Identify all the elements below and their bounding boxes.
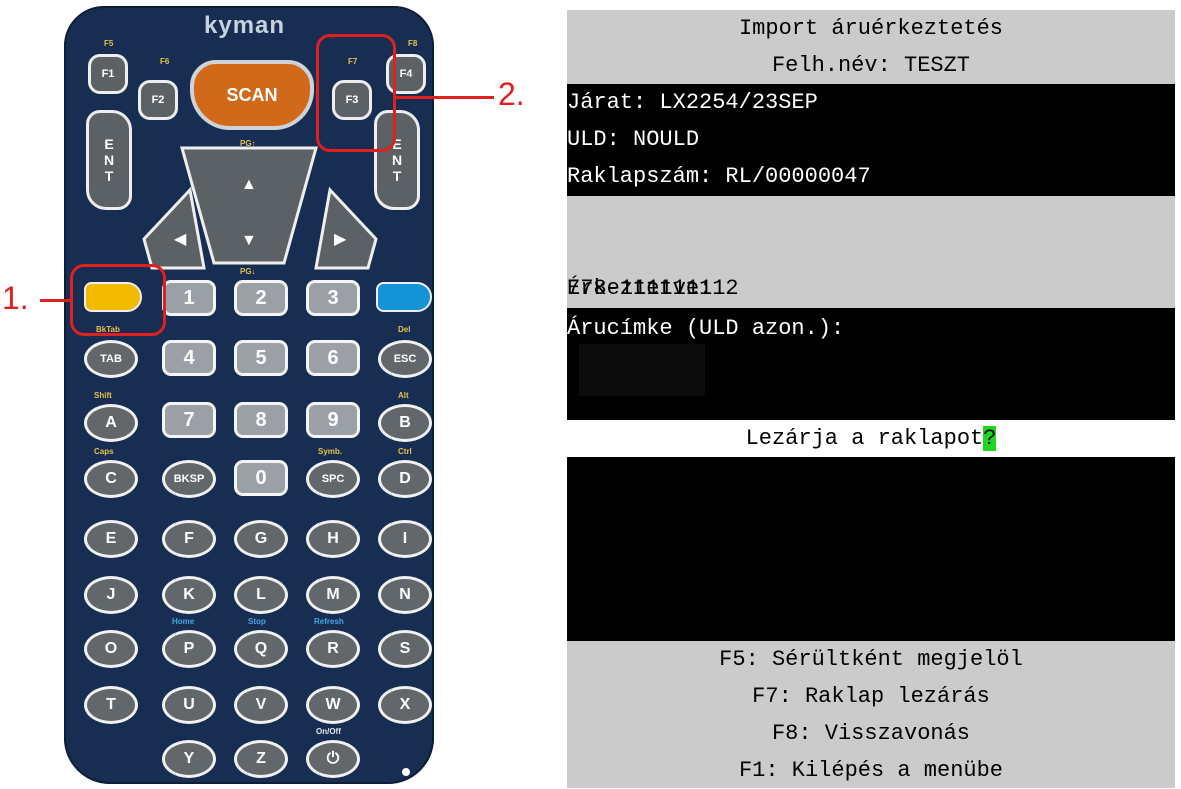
key-i[interactable]: I bbox=[378, 520, 432, 558]
f1-key[interactable]: F1 bbox=[88, 54, 128, 94]
arrow-right-key[interactable]: ▶ bbox=[312, 184, 382, 274]
f2-key[interactable]: F2 bbox=[138, 80, 178, 120]
ent-left-key[interactable]: E N T bbox=[86, 110, 132, 210]
key-v[interactable]: V bbox=[234, 686, 288, 724]
key-o[interactable]: O bbox=[84, 630, 138, 668]
question-line: Lezárja a raklapot? bbox=[567, 420, 1175, 457]
key-k[interactable]: K bbox=[162, 576, 216, 614]
annotation-1: 1. bbox=[2, 280, 29, 316]
menu-item-exit[interactable]: F1: Kilépés a menübe bbox=[567, 752, 1175, 788]
del-label: Del bbox=[398, 325, 411, 334]
arrow-up-icon[interactable]: ▲ bbox=[241, 176, 257, 194]
key-r[interactable]: R bbox=[306, 630, 360, 668]
uld-line: ULD: NOULD bbox=[567, 121, 1175, 158]
key-j[interactable]: J bbox=[84, 576, 138, 614]
blue-function-key[interactable] bbox=[376, 282, 432, 312]
terminal-screen: Import áruérkeztetés Felh.név: TESZT Jár… bbox=[567, 10, 1175, 788]
menu-item-damaged[interactable]: F5: Sérültként megjelöl bbox=[567, 641, 1175, 678]
key-w[interactable]: W bbox=[306, 686, 360, 724]
stop-label: Stop bbox=[248, 617, 266, 626]
refresh-label: Refresh bbox=[314, 617, 344, 626]
esc-key[interactable]: ESC bbox=[378, 340, 432, 378]
key-u[interactable]: U bbox=[162, 686, 216, 724]
arrow-left-icon: ◀ bbox=[174, 231, 187, 248]
home-label: Home bbox=[172, 617, 195, 626]
cursor[interactable]: ? bbox=[983, 426, 997, 451]
key-6[interactable]: 6 bbox=[306, 340, 360, 376]
key-9[interactable]: 9 bbox=[306, 402, 360, 438]
onoff-label: On/Off bbox=[316, 727, 341, 736]
key-m[interactable]: M bbox=[306, 576, 360, 614]
key-5[interactable]: 5 bbox=[234, 340, 288, 376]
power-key[interactable]: ⏻ bbox=[306, 740, 360, 778]
key-y[interactable]: Y bbox=[162, 740, 216, 778]
callout-line-2 bbox=[394, 96, 494, 99]
key-p[interactable]: P bbox=[162, 630, 216, 668]
symb-label: Symb. bbox=[318, 447, 343, 456]
label-input[interactable] bbox=[579, 344, 705, 396]
question-text: Lezárja a raklapot bbox=[745, 426, 984, 451]
flight-line: Járat: LX2254/23SEP bbox=[567, 84, 1175, 121]
key-g[interactable]: G bbox=[234, 520, 288, 558]
caps-label: Caps bbox=[94, 447, 114, 456]
f5-label: F5 bbox=[104, 39, 114, 48]
key-e[interactable]: E bbox=[84, 520, 138, 558]
key-z[interactable]: Z bbox=[234, 740, 288, 778]
pgdn-label: PG↓ bbox=[240, 267, 256, 276]
arrow-left-key[interactable]: ◀ bbox=[138, 184, 208, 274]
pgup-label: PG↑ bbox=[240, 139, 256, 148]
shift-label: Shift bbox=[94, 391, 112, 400]
ctrl-label: Ctrl bbox=[398, 447, 412, 456]
arrow-right-icon: ▶ bbox=[334, 231, 347, 248]
key-a[interactable]: A bbox=[84, 404, 138, 442]
indicator-dot bbox=[402, 768, 410, 776]
menu-item-undo[interactable]: F8: Visszavonás bbox=[567, 715, 1175, 752]
brand-logo: kyman bbox=[204, 12, 286, 39]
spc-key[interactable]: SPC bbox=[306, 460, 360, 498]
f8-label: F8 bbox=[408, 39, 418, 48]
label-prompt: Árucímke (ULD azon.): bbox=[567, 310, 1175, 347]
key-f[interactable]: F bbox=[162, 520, 216, 558]
arrived-line: Érkeztetve: 2 bbox=[567, 276, 739, 301]
key-t[interactable]: T bbox=[84, 686, 138, 724]
key-n[interactable]: N bbox=[378, 576, 432, 614]
key-4[interactable]: 4 bbox=[162, 340, 216, 376]
key-0[interactable]: 0 bbox=[234, 460, 288, 496]
callout-box-1 bbox=[70, 264, 166, 336]
callout-line-1 bbox=[40, 299, 72, 302]
screen-title: Import áruérkeztetés bbox=[567, 10, 1175, 47]
key-b[interactable]: B bbox=[378, 404, 432, 442]
key-3[interactable]: 3 bbox=[306, 280, 360, 316]
scan-button[interactable]: SCAN bbox=[190, 60, 314, 130]
key-2[interactable]: 2 bbox=[234, 280, 288, 316]
callout-box-2 bbox=[316, 34, 396, 152]
tab-key[interactable]: TAB bbox=[84, 340, 138, 378]
key-1[interactable]: 1 bbox=[162, 280, 216, 316]
key-x[interactable]: X bbox=[378, 686, 432, 724]
key-s[interactable]: S bbox=[378, 630, 432, 668]
bksp-key[interactable]: BKSP bbox=[162, 460, 216, 498]
key-c[interactable]: C bbox=[84, 460, 138, 498]
key-8[interactable]: 8 bbox=[234, 402, 288, 438]
pallet-line: Raklapszám: RL/00000047 bbox=[567, 158, 1175, 195]
menu-item-close-pallet[interactable]: F7: Raklap lezárás bbox=[567, 678, 1175, 715]
key-l[interactable]: L bbox=[234, 576, 288, 614]
key-7[interactable]: 7 bbox=[162, 402, 216, 438]
arrow-down-icon[interactable]: ▼ bbox=[241, 232, 257, 250]
awb-block: 778-11111111 Érkeztetve: 2 bbox=[567, 196, 1175, 308]
key-q[interactable]: Q bbox=[234, 630, 288, 668]
key-d[interactable]: D bbox=[378, 460, 432, 498]
f6-label: F6 bbox=[160, 57, 170, 66]
alt-label: Alt bbox=[398, 391, 409, 400]
power-icon: ⏻ bbox=[326, 750, 340, 767]
user-line: Felh.név: TESZT bbox=[567, 47, 1175, 84]
key-h[interactable]: H bbox=[306, 520, 360, 558]
annotation-2: 2. bbox=[498, 76, 525, 112]
